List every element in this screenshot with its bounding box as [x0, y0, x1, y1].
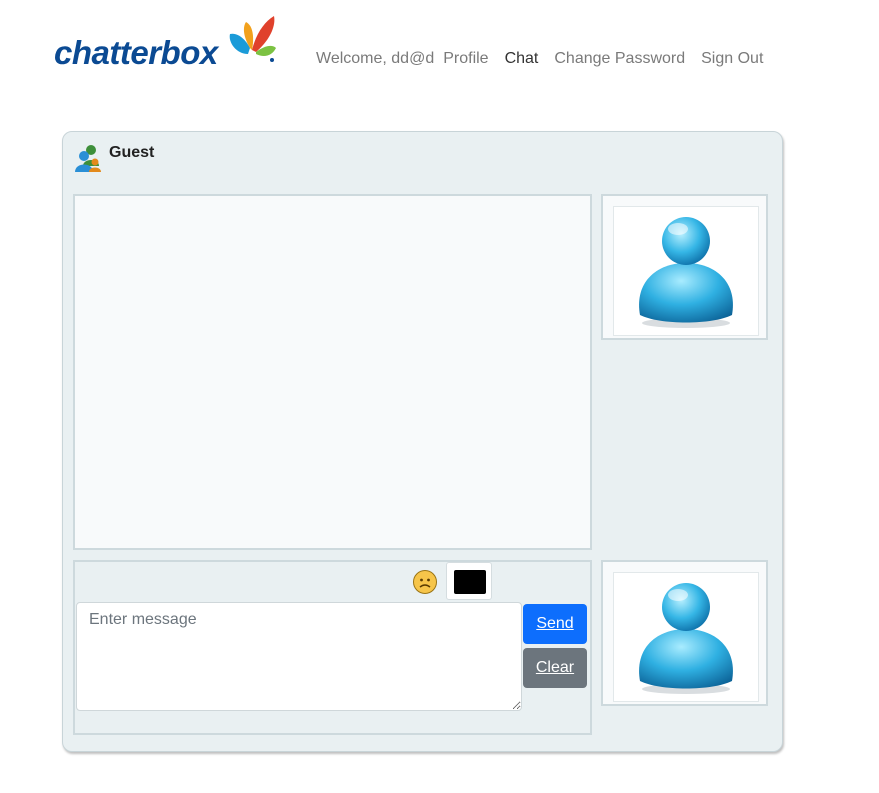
- user-avatar-icon: [639, 583, 733, 694]
- local-avatar: [613, 572, 759, 702]
- message-input[interactable]: [76, 602, 522, 711]
- chat-log[interactable]: [73, 194, 592, 550]
- local-avatar-frame: [601, 560, 768, 706]
- welcome-text: Welcome, dd@d: [316, 50, 435, 67]
- clear-button[interactable]: Clear: [523, 648, 587, 688]
- logo-text: chatterbox: [54, 34, 218, 71]
- header: chatterbox Welcome, dd@d Profile Chat Ch…: [0, 0, 879, 100]
- chat-header: Guest: [73, 142, 154, 174]
- messenger-users-icon: [75, 145, 101, 172]
- butterfly-icon: [229, 16, 276, 62]
- send-button[interactable]: Send: [523, 604, 587, 644]
- nav-chat[interactable]: Chat: [505, 50, 539, 68]
- remote-avatar-frame: [601, 194, 768, 340]
- font-color-button[interactable]: [446, 562, 492, 600]
- chat-panel: Guest Send Clear: [62, 131, 783, 752]
- chatterbox-logo[interactable]: chatterbox: [54, 14, 284, 74]
- contact-name: Guest: [109, 144, 155, 161]
- emoji-icon[interactable]: [413, 570, 437, 594]
- font-color-swatch: [454, 570, 486, 594]
- nav-sign-out[interactable]: Sign Out: [701, 50, 763, 68]
- nav-change-password[interactable]: Change Password: [554, 50, 685, 68]
- nav-profile[interactable]: Profile: [443, 50, 488, 68]
- user-avatar-icon: [639, 217, 733, 328]
- top-nav: Welcome, dd@d Profile Chat Change Passwo…: [316, 50, 779, 68]
- compose-area: Send Clear: [73, 560, 592, 735]
- remote-avatar: [613, 206, 759, 336]
